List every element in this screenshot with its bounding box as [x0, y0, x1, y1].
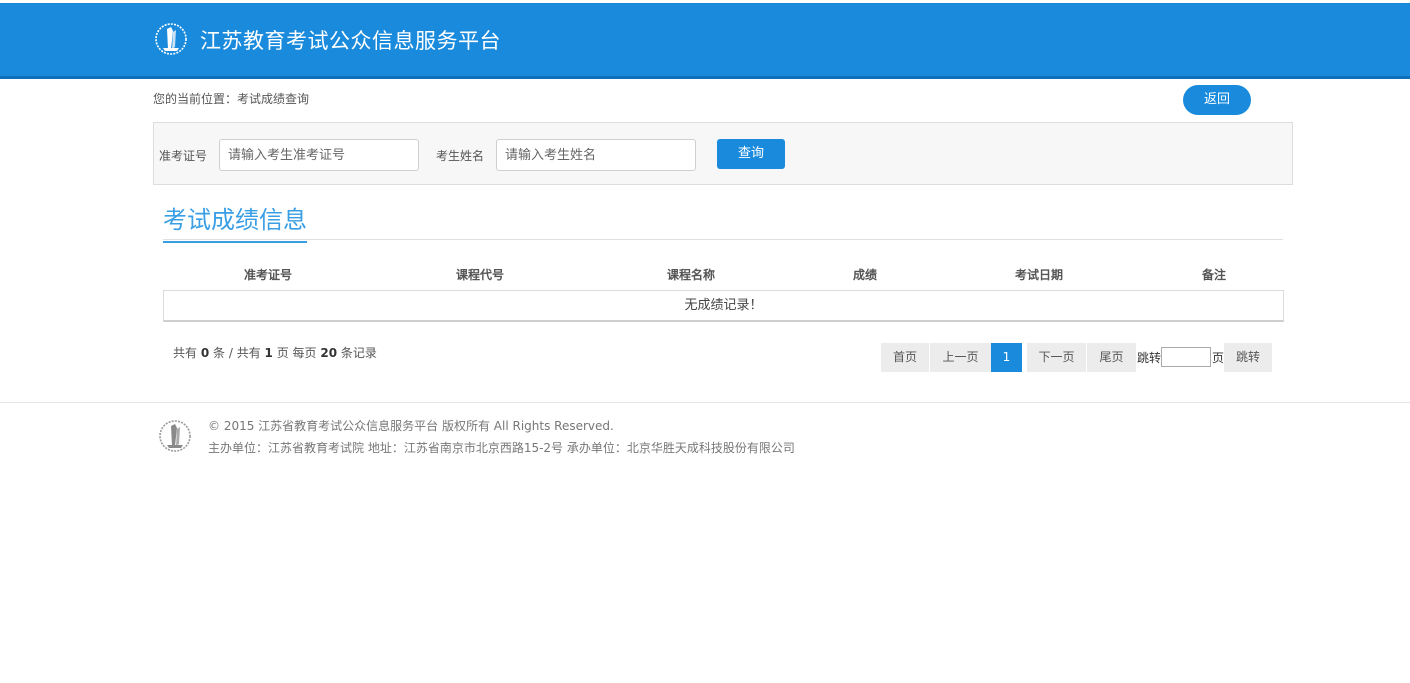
column-header-score: 成绩	[852, 268, 877, 282]
section-title: 考试成绩信息	[163, 200, 307, 243]
per-page: 20	[320, 346, 338, 360]
query-button[interactable]: 查询	[717, 139, 785, 169]
pager-per-page-unit: 条记录	[340, 346, 377, 360]
column-header-admission-number: 准考证号	[243, 268, 292, 282]
jump-suffix: 页	[1212, 351, 1225, 365]
site-title: 江苏教育考试公众信息服务平台	[200, 29, 501, 53]
site-header: 江苏教育考试公众信息服务平台	[0, 3, 1410, 79]
jump-prefix: 跳转	[1137, 351, 1162, 365]
jump-button[interactable]: 跳转	[1224, 343, 1272, 372]
admission-number-input[interactable]	[219, 139, 419, 171]
footer-divider	[0, 402, 1410, 403]
breadcrumb: 您的当前位置：考试成绩查询	[153, 92, 310, 106]
search-panel: 准考证号 考生姓名 查询	[153, 122, 1293, 185]
next-page-button[interactable]: 下一页	[1027, 343, 1086, 372]
footer-copyright: © 2015 江苏省教育考试公众信息服务平台 版权所有 All Rights R…	[208, 419, 614, 433]
last-page-button[interactable]: 尾页	[1087, 343, 1136, 372]
pager-records-unit: 条 / 共有	[213, 346, 261, 360]
column-header-exam-date: 考试日期	[1014, 268, 1063, 282]
candidate-name-label: 考生姓名	[436, 149, 485, 163]
footer-org-info: 主办单位：江苏省教育考试院 地址：江苏省南京市北京西路15-2号 承办单位：北京…	[208, 441, 795, 455]
empty-table-message: 无成绩记录！	[163, 290, 1284, 322]
column-header-course-name: 课程名称	[666, 268, 715, 282]
pager-prefix: 共有	[173, 346, 198, 360]
table-header: 准考证号 课程代号 课程名称 成绩 考试日期 备注	[163, 266, 1283, 288]
torch-emblem-icon	[155, 23, 187, 55]
prev-page-button[interactable]: 上一页	[930, 343, 991, 372]
total-records: 0	[200, 346, 210, 360]
candidate-name-input[interactable]	[496, 139, 696, 171]
admission-number-label: 准考证号	[159, 149, 208, 163]
total-pages: 1	[264, 346, 273, 360]
current-page-button[interactable]: 1	[991, 343, 1022, 372]
column-header-course-code: 课程代号	[455, 268, 504, 282]
column-header-remarks: 备注	[1201, 268, 1226, 282]
section-divider	[163, 239, 1283, 240]
jump-page-input[interactable]	[1161, 347, 1211, 367]
pager-pages-unit: 页 每页	[276, 346, 317, 360]
first-page-button[interactable]: 首页	[881, 343, 929, 372]
pager-summary: 共有 0 条 / 共有 1 页 每页 20 条记录	[173, 344, 377, 361]
back-button[interactable]: 返回	[1183, 85, 1251, 115]
torch-emblem-icon	[159, 420, 191, 452]
